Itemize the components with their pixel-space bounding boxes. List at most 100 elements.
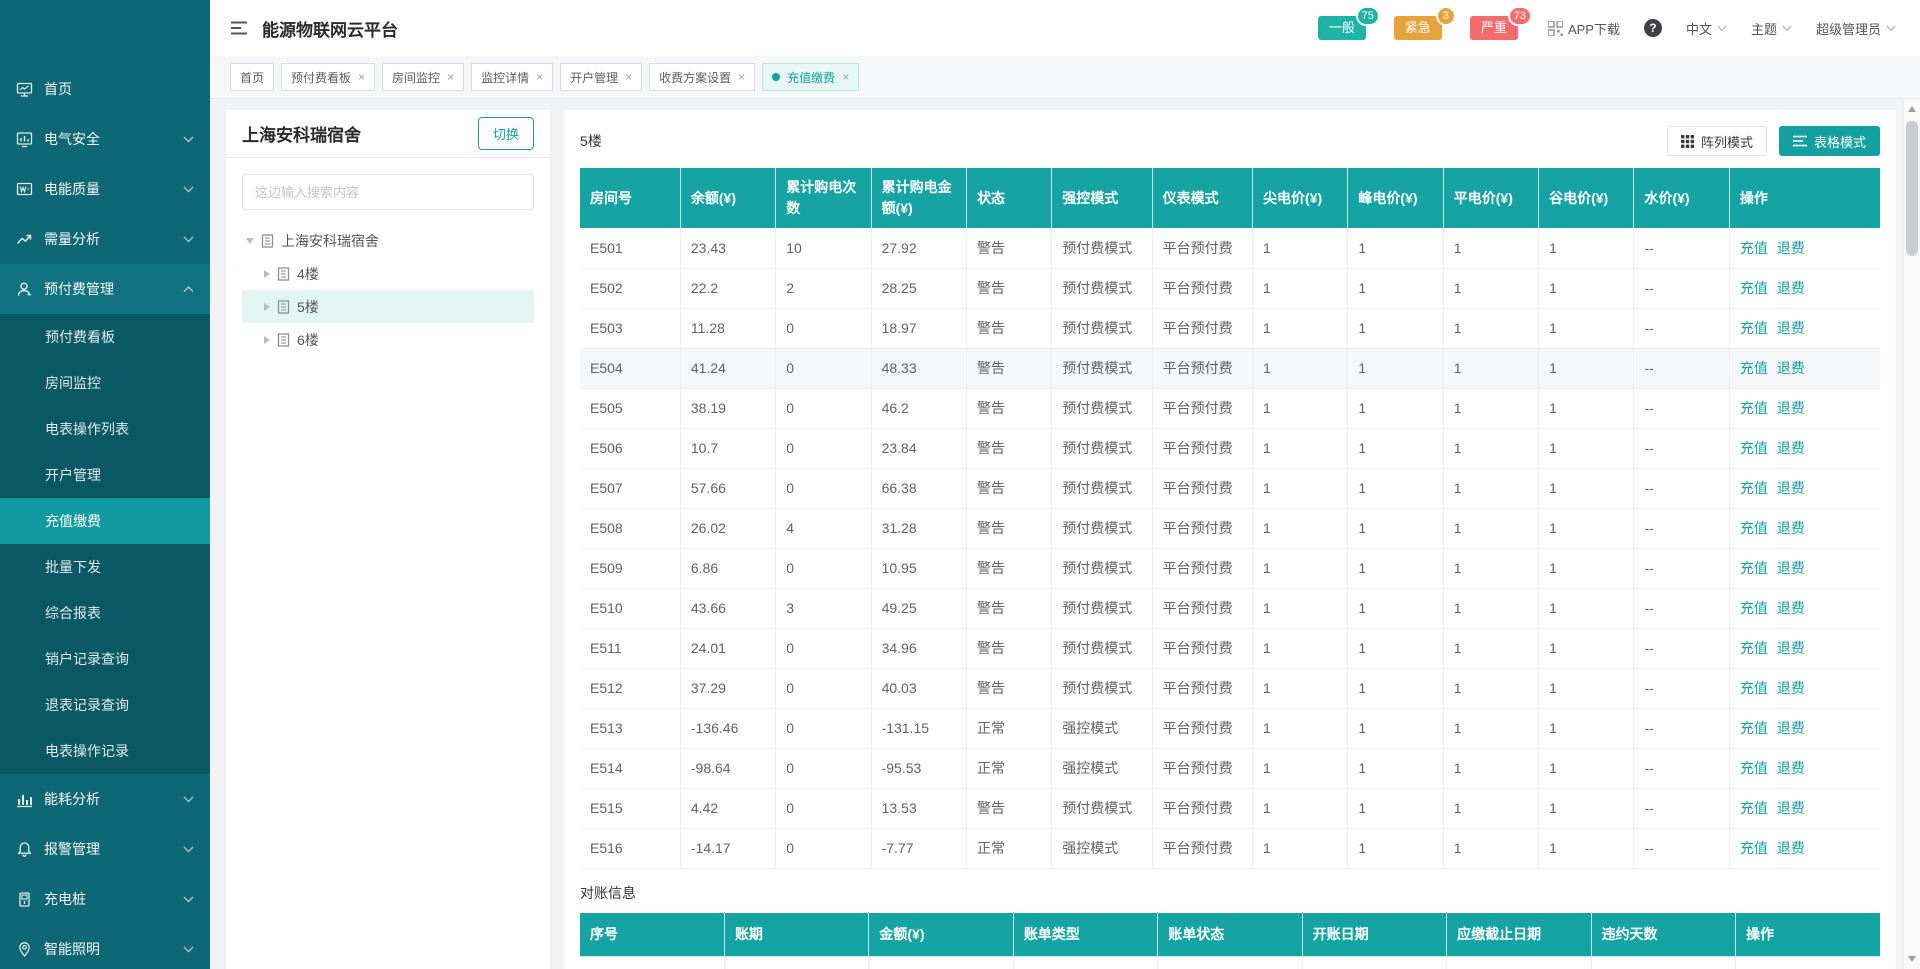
sidebar-item-智能照明[interactable]: 智能照明 bbox=[0, 924, 210, 969]
caret-right-icon[interactable] bbox=[264, 336, 270, 344]
grid-mode-button[interactable]: 阵列模式 bbox=[1667, 126, 1767, 156]
recharge-link[interactable]: 充值 bbox=[1740, 720, 1768, 736]
close-icon[interactable]: × bbox=[358, 71, 365, 83]
sidebar-subitem-综合报表[interactable]: 综合报表 bbox=[0, 590, 210, 636]
user-menu[interactable]: 超级管理员 bbox=[1816, 19, 1896, 38]
sidebar-item-电能质量[interactable]: 电能质量 bbox=[0, 164, 210, 214]
sidebar-subitem-电表操作记录[interactable]: 电表操作记录 bbox=[0, 728, 210, 774]
refund-link[interactable]: 退费 bbox=[1777, 320, 1805, 336]
refund-link[interactable]: 退费 bbox=[1777, 680, 1805, 696]
tree-node-5楼[interactable]: 5楼 bbox=[242, 290, 534, 323]
refund-link[interactable]: 退费 bbox=[1777, 440, 1805, 456]
recharge-link[interactable]: 充值 bbox=[1740, 800, 1768, 816]
recharge-link[interactable]: 充值 bbox=[1740, 760, 1768, 776]
close-icon[interactable]: × bbox=[536, 71, 543, 83]
tree-node-6楼[interactable]: 6楼 bbox=[242, 323, 534, 356]
sidebar-subitem-预付费看板[interactable]: 预付费看板 bbox=[0, 314, 210, 360]
sidebar-subitem-房间监控[interactable]: 房间监控 bbox=[0, 360, 210, 406]
refund-link[interactable]: 退费 bbox=[1777, 560, 1805, 576]
recharge-link[interactable]: 充值 bbox=[1740, 560, 1768, 576]
tab-首页[interactable]: 首页 bbox=[230, 63, 274, 91]
caret-right-icon[interactable] bbox=[264, 270, 270, 278]
caret-down-icon[interactable] bbox=[246, 238, 254, 244]
close-icon[interactable]: × bbox=[842, 71, 849, 83]
help-icon[interactable]: ? bbox=[1644, 19, 1662, 37]
refund-link[interactable]: 退费 bbox=[1777, 640, 1805, 656]
refund-link[interactable]: 退费 bbox=[1777, 840, 1805, 856]
theme-dropdown[interactable]: 主题 bbox=[1751, 19, 1792, 38]
billing-empty-cell bbox=[580, 957, 724, 969]
caret-right-icon[interactable] bbox=[264, 303, 270, 311]
billing-empty-cell bbox=[1158, 957, 1302, 969]
sidebar-item-报警管理[interactable]: 报警管理 bbox=[0, 824, 210, 874]
recharge-link[interactable]: 充值 bbox=[1740, 440, 1768, 456]
scroll-up-icon[interactable] bbox=[1904, 101, 1920, 117]
sidebar-item-label: 首页 bbox=[44, 79, 72, 99]
refund-link[interactable]: 退费 bbox=[1777, 760, 1805, 776]
sidebar-item-首页[interactable]: 首页 bbox=[0, 64, 210, 114]
tree-node-4楼[interactable]: 4楼 bbox=[242, 257, 534, 290]
recharge-link[interactable]: 充值 bbox=[1740, 240, 1768, 256]
sidebar-subitem-销户记录查询[interactable]: 销户记录查询 bbox=[0, 636, 210, 682]
tab-开户管理[interactable]: 开户管理× bbox=[560, 63, 642, 91]
recharge-link[interactable]: 充值 bbox=[1740, 520, 1768, 536]
refund-link[interactable]: 退费 bbox=[1777, 480, 1805, 496]
table-cell: 26.02 bbox=[680, 508, 775, 548]
close-icon[interactable]: × bbox=[447, 71, 454, 83]
close-icon[interactable]: × bbox=[625, 71, 632, 83]
table-cell: E511 bbox=[580, 628, 680, 668]
recharge-link[interactable]: 充值 bbox=[1740, 840, 1768, 856]
tab-充值缴费[interactable]: 充值缴费× bbox=[762, 63, 859, 91]
sidebar-item-能耗分析[interactable]: 能耗分析 bbox=[0, 774, 210, 824]
sidebar-subitem-电表操作列表[interactable]: 电表操作列表 bbox=[0, 406, 210, 452]
alarm-badge-严重[interactable]: 严重73 bbox=[1470, 16, 1518, 40]
recharge-link[interactable]: 充值 bbox=[1740, 640, 1768, 656]
recharge-link[interactable]: 充值 bbox=[1740, 280, 1768, 296]
table-mode-button[interactable]: 表格模式 bbox=[1779, 126, 1880, 156]
recharge-link[interactable]: 充值 bbox=[1740, 480, 1768, 496]
tab-收费方案设置[interactable]: 收费方案设置× bbox=[649, 63, 755, 91]
table-cell: 警告 bbox=[966, 228, 1051, 268]
tab-预付费看板[interactable]: 预付费看板× bbox=[281, 63, 375, 91]
tab-监控详情[interactable]: 监控详情× bbox=[471, 63, 553, 91]
app-download-link[interactable]: APP下载 bbox=[1548, 19, 1620, 38]
refund-link[interactable]: 退费 bbox=[1777, 400, 1805, 416]
sidebar-item-预付费管理[interactable]: 预付费管理 bbox=[0, 264, 210, 314]
tree-node-root[interactable]: 上海安科瑞宿舍 bbox=[242, 224, 534, 257]
tree-node-label: 4楼 bbox=[297, 264, 319, 284]
refund-link[interactable]: 退费 bbox=[1777, 800, 1805, 816]
recharge-link[interactable]: 充值 bbox=[1740, 680, 1768, 696]
refund-link[interactable]: 退费 bbox=[1777, 600, 1805, 616]
recharge-link[interactable]: 充值 bbox=[1740, 320, 1768, 336]
language-dropdown[interactable]: 中文 bbox=[1686, 19, 1727, 38]
table-cell: 18.97 bbox=[871, 308, 966, 348]
recharge-link[interactable]: 充值 bbox=[1740, 400, 1768, 416]
sidebar-item-电气安全[interactable]: 电气安全 bbox=[0, 114, 210, 164]
tab-房间监控[interactable]: 房间监控× bbox=[382, 63, 464, 91]
sidebar-subitem-批量下发[interactable]: 批量下发 bbox=[0, 544, 210, 590]
sidebar-subitem-充值缴费[interactable]: 充值缴费 bbox=[0, 498, 210, 544]
table-cell: 1 bbox=[1539, 788, 1634, 828]
tree-search-input[interactable] bbox=[242, 174, 534, 210]
refund-link[interactable]: 退费 bbox=[1777, 520, 1805, 536]
refund-link[interactable]: 退费 bbox=[1777, 720, 1805, 736]
recharge-link[interactable]: 充值 bbox=[1740, 600, 1768, 616]
close-icon[interactable]: × bbox=[738, 71, 745, 83]
alarm-badge-紧急[interactable]: 紧急3 bbox=[1394, 16, 1442, 40]
scrollbar-thumb[interactable] bbox=[1906, 121, 1918, 256]
scroll-down-icon[interactable] bbox=[1904, 951, 1920, 967]
switch-button[interactable]: 切换 bbox=[478, 117, 534, 150]
table-cell: 警告 bbox=[966, 348, 1051, 388]
refund-link[interactable]: 退费 bbox=[1777, 280, 1805, 296]
collapse-menu-icon[interactable] bbox=[230, 20, 248, 36]
sidebar-item-需量分析[interactable]: 需量分析 bbox=[0, 214, 210, 264]
table-cell: 1 bbox=[1443, 588, 1538, 628]
sidebar-subitem-退表记录查询[interactable]: 退表记录查询 bbox=[0, 682, 210, 728]
refund-link[interactable]: 退费 bbox=[1777, 240, 1805, 256]
alarm-badge-一般[interactable]: 一般75 bbox=[1318, 16, 1366, 40]
vertical-scrollbar[interactable] bbox=[1903, 99, 1920, 969]
refund-link[interactable]: 退费 bbox=[1777, 360, 1805, 376]
sidebar-subitem-开户管理[interactable]: 开户管理 bbox=[0, 452, 210, 498]
sidebar-item-充电桩[interactable]: 充电桩 bbox=[0, 874, 210, 924]
recharge-link[interactable]: 充值 bbox=[1740, 360, 1768, 376]
